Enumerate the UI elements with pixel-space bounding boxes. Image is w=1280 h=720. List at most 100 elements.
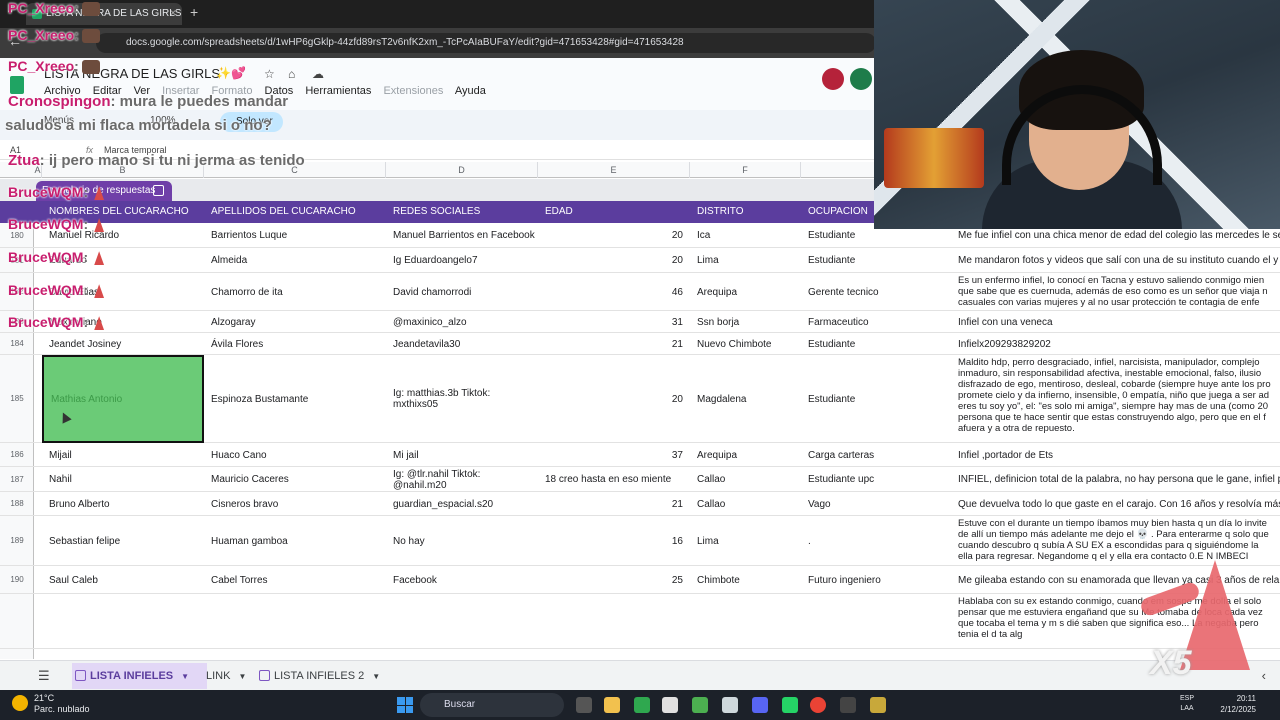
cell-nombre[interactable]: Mathias Antonio — [42, 355, 204, 443]
row-number[interactable]: 189 — [0, 516, 34, 566]
cell-apellidos[interactable]: Barrientos Luque — [204, 223, 386, 248]
row-number[interactable]: 190 — [0, 566, 34, 594]
cell-redes[interactable]: Mi jail — [386, 443, 538, 467]
row-number[interactable]: 187 — [0, 467, 34, 492]
menu-extensiones[interactable]: Extensiones — [383, 85, 443, 97]
header-cell[interactable]: DISTRITO — [690, 201, 801, 223]
cell-ocupacion[interactable]: Farmaceutico — [801, 311, 951, 333]
app-icon[interactable] — [870, 697, 886, 713]
cell-redes[interactable] — [386, 594, 538, 649]
cell-historia[interactable]: Maldito hdp, perro desgraciado, infiel, … — [951, 355, 1280, 443]
cell-historia[interactable]: Es un enfermo infiel, lo conocí en Tacna… — [951, 273, 1280, 311]
xbox-icon[interactable] — [634, 697, 650, 713]
cell-edad[interactable]: 20 — [538, 248, 690, 273]
cell-historia[interactable]: INFIEL, definicion total de la palabra, … — [951, 467, 1280, 492]
cell-apellidos[interactable]: Huaco Cano — [204, 443, 386, 467]
sheets-logo-icon[interactable] — [10, 76, 24, 94]
menu-herramientas[interactable]: Herramientas — [305, 85, 371, 97]
sheet-tab-link[interactable]: LINK ▼ — [188, 663, 264, 689]
cell-redes[interactable]: Ig Eduardoangelo7 — [386, 248, 538, 273]
cell-nombre[interactable]: Bruno Alberto — [42, 492, 204, 516]
discord-icon[interactable] — [752, 697, 768, 713]
chevron-down-icon[interactable]: ▼ — [372, 672, 380, 681]
cell-edad[interactable]: 16 — [538, 516, 690, 566]
star-icon[interactable]: ☆ — [264, 67, 278, 81]
cell-apellidos[interactable]: Huaman gamboa — [204, 516, 386, 566]
cell-ocupacion[interactable]: Futuro ingeniero — [801, 566, 951, 594]
cell-apellidos[interactable]: Mauricio Caceres — [204, 467, 386, 492]
cell-historia[interactable]: Infielx209293829202 — [951, 333, 1280, 355]
cell-distrito[interactable]: Arequipa — [690, 273, 801, 311]
cell-distrito[interactable]: Ica — [690, 223, 801, 248]
chevron-down-icon[interactable]: ▼ — [238, 672, 246, 681]
cell-distrito[interactable]: Magdalena — [690, 355, 801, 443]
cell-redes[interactable]: Ig: matthias.3b Tiktok: mxthixs05 — [386, 355, 538, 443]
minecraft-icon[interactable] — [692, 697, 708, 713]
cell-distrito[interactable] — [690, 594, 801, 649]
cell-edad[interactable]: 46 — [538, 273, 690, 311]
sheet-tab-lista-infieles[interactable]: LISTA INFIELES ▼ — [72, 663, 208, 689]
weather-widget[interactable]: 21°C Parc. nublado — [12, 693, 90, 715]
cell-apellidos[interactable]: Chamorro de ita — [204, 273, 386, 311]
clock[interactable]: 20:11 2/12/2025 — [1220, 693, 1256, 715]
cell-apellidos[interactable]: Almeida — [204, 248, 386, 273]
cell-apellidos[interactable] — [204, 594, 386, 649]
cell-nombre[interactable]: Sebastian felipe — [42, 516, 204, 566]
extension-icon[interactable] — [850, 68, 872, 90]
cell-apellidos[interactable]: Espinoza Bustamante — [204, 355, 386, 443]
row-number[interactable]: 185 — [0, 355, 34, 443]
cell-redes[interactable]: Manuel Barrientos en Facebook — [386, 223, 538, 248]
task-view-icon[interactable] — [576, 697, 592, 713]
header-cell[interactable]: APELLIDOS DEL CUCARACHO — [204, 201, 386, 223]
cell-distrito[interactable]: Nuevo Chimbote — [690, 333, 801, 355]
all-sheets-icon[interactable]: ☰ — [38, 668, 50, 684]
cell-ocupacion[interactable]: Vago — [801, 492, 951, 516]
cell-distrito[interactable]: Callao — [690, 492, 801, 516]
cell-ocupacion[interactable] — [801, 594, 951, 649]
header-cell[interactable]: OCUPACION — [801, 201, 874, 223]
file-explorer-icon[interactable] — [604, 697, 620, 713]
cell-ocupacion[interactable]: Estudiante — [801, 248, 951, 273]
sheet-tab-lista-infieles-2[interactable]: LISTA INFIELES 2 ▼ — [256, 663, 398, 689]
whatsapp-icon[interactable] — [782, 697, 798, 713]
url-field[interactable]: docs.google.com/spreadsheets/d/1wHP6gGkl… — [96, 33, 876, 53]
menu-ayuda[interactable]: Ayuda — [455, 85, 486, 97]
cell-nombre[interactable]: Nahil — [42, 467, 204, 492]
cell-historia[interactable]: Que devuelva todo lo que gaste en el car… — [951, 492, 1280, 516]
cell-redes[interactable]: Ig: @tlr.nahil Tiktok: @nahil.m20 — [386, 467, 538, 492]
cloud-status-icon[interactable]: ☁ — [312, 67, 326, 81]
cell-edad[interactable]: 21 — [538, 333, 690, 355]
column-header[interactable]: F — [690, 162, 801, 178]
cell-historia[interactable]: Infiel ,portador de Ets — [951, 443, 1280, 467]
cell-edad[interactable] — [538, 594, 690, 649]
cell-nombre[interactable]: Mijail — [42, 443, 204, 467]
cell-ocupacion[interactable]: . — [801, 516, 951, 566]
cell-edad[interactable]: 25 — [538, 566, 690, 594]
cell-historia[interactable]: Infiel con una veneca — [951, 311, 1280, 333]
cell-distrito[interactable]: Lima — [690, 516, 801, 566]
row-number[interactable]: 184 — [0, 333, 34, 355]
cell-distrito[interactable]: Ssn borja — [690, 311, 801, 333]
cell-nombre[interactable] — [42, 594, 204, 649]
cell-ocupacion[interactable]: Estudiante — [801, 355, 951, 443]
header-cell[interactable]: REDES SOCIALES — [386, 201, 538, 223]
store-icon[interactable] — [662, 697, 678, 713]
chrome-icon[interactable] — [810, 697, 826, 713]
column-header[interactable]: E — [538, 162, 690, 178]
cell-edad[interactable]: 21 — [538, 492, 690, 516]
cell-distrito[interactable]: Callao — [690, 467, 801, 492]
new-tab-button[interactable]: + — [190, 4, 198, 20]
row-number[interactable] — [0, 594, 34, 649]
language-indicator[interactable]: ESP LAA — [1180, 694, 1194, 714]
cell-edad[interactable]: 18 creo hasta en eso miente — [538, 467, 690, 492]
cell-redes[interactable]: @maxinico_alzo — [386, 311, 538, 333]
header-cell[interactable]: EDAD — [538, 201, 690, 223]
cell-historia[interactable]: Me mandaron fotos y videos que salí con … — [951, 248, 1280, 273]
cell-nombre[interactable]: Jeandet Josiney — [42, 333, 204, 355]
cell-edad[interactable]: 31 — [538, 311, 690, 333]
cell-redes[interactable]: Jeandetavila30 — [386, 333, 538, 355]
cell-apellidos[interactable]: Cisneros bravo — [204, 492, 386, 516]
table-grid-icon[interactable] — [153, 185, 164, 196]
cell-edad[interactable]: 20 — [538, 223, 690, 248]
cell-nombre[interactable]: Saul Caleb — [42, 566, 204, 594]
